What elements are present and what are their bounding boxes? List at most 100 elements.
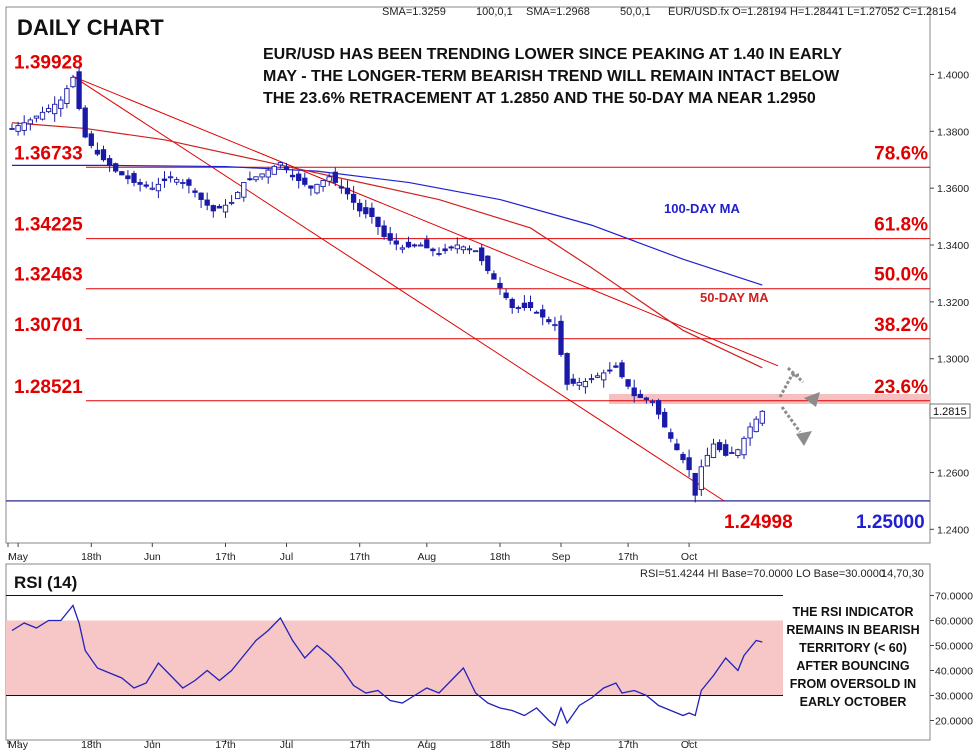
candle-body	[204, 199, 210, 206]
rsi-note-line-6: EARLY OCTOBER	[800, 695, 907, 709]
quote-readout: EUR/USD.fx O=1.28194 H=1.28441 L=1.27052…	[668, 6, 957, 18]
price-tick-label: 1.3600	[937, 183, 969, 195]
candle-body	[350, 193, 357, 203]
date-tick-label: 18th	[490, 551, 511, 563]
candle-body	[399, 247, 406, 250]
rsi-tick-label: 40.0000	[935, 666, 973, 678]
candle-body	[155, 183, 162, 192]
candle-body	[741, 437, 747, 456]
candle-body	[680, 453, 686, 461]
ma50-label: 50-DAY MA	[700, 290, 769, 305]
candle-body	[491, 273, 497, 280]
candle-body	[625, 379, 631, 387]
candle-body	[296, 173, 302, 182]
candle-body	[302, 177, 308, 185]
candle-body	[45, 108, 52, 113]
price-tick-label: 1.3000	[937, 354, 969, 366]
candle-body	[466, 248, 473, 251]
rsi-note-line-1: THE RSI INDICATOR	[792, 605, 913, 619]
candle-body	[137, 182, 143, 185]
candle-body	[454, 244, 460, 250]
candle-body	[686, 457, 692, 471]
candle-body	[430, 248, 436, 252]
fib-price-label: 1.28521	[14, 377, 83, 398]
candle-body	[424, 239, 430, 249]
sma-100-readout: SMA=1.3259	[382, 6, 446, 18]
candle-body	[533, 311, 540, 314]
candle-body	[552, 324, 558, 327]
ma100-label: 100-DAY MA	[664, 201, 740, 216]
fib-price-label: 1.32463	[14, 265, 83, 286]
candle-body	[70, 76, 76, 88]
candle-body	[186, 179, 192, 186]
fib-percent-label: 23.6%	[874, 377, 928, 398]
fib-percent-label: 50.0%	[874, 265, 928, 286]
candle-body	[601, 372, 607, 381]
fib-percent-label: 78.6%	[874, 143, 928, 164]
date-tick-label: 18th	[81, 739, 102, 750]
candle-body	[33, 115, 40, 119]
rsi-readout: RSI=51.4244 HI Base=70.0000 LO Base=30.0…	[640, 568, 885, 580]
candle-body	[283, 166, 290, 171]
candle-body	[82, 107, 88, 138]
date-tick-label: Jul	[280, 551, 293, 563]
candle-body	[643, 397, 650, 400]
candle-body	[125, 175, 131, 180]
rsi-band	[6, 620, 783, 696]
candle-body	[662, 411, 668, 428]
candle-body	[668, 432, 674, 439]
candle-body	[442, 248, 448, 252]
candle-body	[143, 184, 149, 187]
sma-50-params: 50,0,1	[620, 6, 651, 18]
candle-body	[527, 302, 534, 309]
candle-body	[381, 225, 387, 237]
rsi-panel: RSI (14) RSI=51.4244 HI Base=70.0000 LO …	[5, 563, 973, 741]
candle-body	[76, 71, 82, 109]
price-tick-label: 1.2600	[937, 467, 969, 479]
candle-body	[277, 162, 284, 166]
candle-body	[479, 247, 485, 262]
candle-body	[308, 185, 314, 189]
candle-body	[369, 207, 375, 218]
fib-price-label: 1.39928	[14, 52, 83, 73]
candle-body	[497, 282, 503, 289]
candle-body	[228, 201, 235, 204]
candle-body	[503, 292, 509, 299]
candle-body	[113, 163, 119, 172]
rsi-tick-label: 30.0000	[935, 691, 973, 703]
date-tick-label: 17th	[618, 551, 639, 563]
candle-body	[247, 178, 253, 181]
date-tick-label: Jun	[144, 551, 161, 563]
candle-body	[607, 369, 613, 372]
current-price-label: 1.2815	[933, 406, 967, 418]
price-tick-label: 1.3200	[937, 297, 969, 309]
fib-price-label: 1.36733	[14, 143, 83, 164]
date-tick-label: Jul	[280, 739, 293, 750]
candle-body	[64, 88, 70, 105]
candle-body	[411, 244, 418, 247]
date-tick-label: May	[8, 551, 29, 563]
candle-body	[344, 187, 351, 195]
candle-body	[222, 204, 229, 213]
date-tick-label: Oct	[681, 551, 697, 563]
date-tick-label: Aug	[417, 739, 436, 750]
candle-body	[594, 375, 601, 378]
candle-body	[192, 190, 198, 193]
fib-percent-label: 38.2%	[874, 315, 928, 336]
candle-body	[674, 443, 680, 451]
date-tick-label: 17th	[618, 739, 639, 750]
date-tick-label: May	[8, 739, 29, 750]
candle-body	[588, 378, 595, 381]
candle-body	[39, 111, 46, 120]
candle-body	[100, 149, 107, 161]
candle-body	[418, 244, 424, 247]
fib-price-label: 1.30701	[14, 315, 83, 336]
candle-body	[387, 233, 393, 241]
candle-body	[216, 205, 223, 209]
candle-body	[723, 444, 729, 456]
candle-body	[94, 149, 101, 155]
candle-body	[119, 171, 125, 176]
candle-body	[88, 133, 94, 146]
candle-body	[546, 319, 552, 323]
candle-body	[515, 307, 521, 310]
